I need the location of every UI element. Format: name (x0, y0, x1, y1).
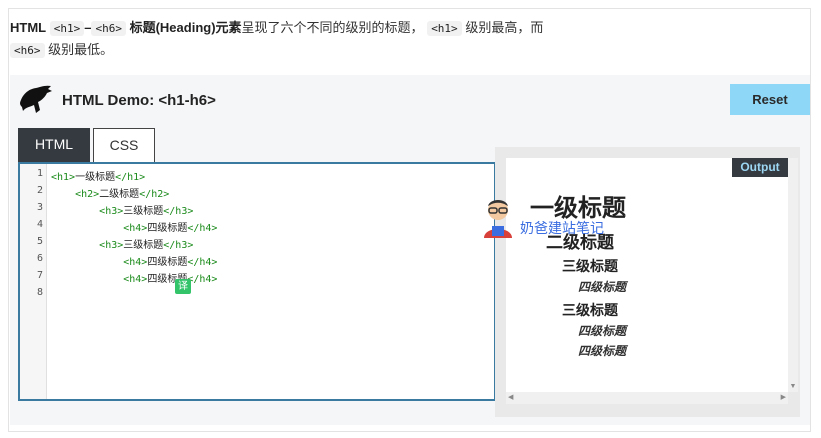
code-open-tag: <h1> (51, 172, 76, 183)
code-line: <h2>二级标题</h2> (51, 185, 169, 200)
tab-html[interactable]: HTML (18, 128, 90, 162)
line-number: 6 (36, 253, 43, 264)
scroll-left-arrow-icon[interactable]: ◀ (508, 393, 513, 401)
reset-button[interactable]: Reset (730, 84, 810, 115)
interactive-demo: HTML Demo: <h1-h6> Reset HTML CSS 1 2 3 … (10, 75, 810, 425)
intro-chip-h1-second: <h1> (427, 21, 462, 36)
line-number: 2 (36, 185, 43, 196)
line-number: 4 (36, 219, 43, 230)
output-h4: 四级标题 (578, 324, 627, 338)
intro-html-word: HTML (10, 20, 47, 35)
intro-chip-h1: <h1> (49, 21, 85, 36)
line-number: 3 (36, 202, 43, 213)
scroll-down-arrow-icon[interactable]: ▼ (788, 383, 798, 390)
code-open-tag: <h3> (99, 240, 124, 251)
code-close-tag: </h3> (163, 240, 194, 251)
output-label: Output (732, 158, 788, 177)
code-open-tag: <h2> (75, 189, 100, 200)
output-horizontal-scrollbar[interactable]: ◀ ▶ (506, 392, 788, 404)
code-line: <h4>四级标题</h4> (51, 270, 217, 285)
code-open-tag: <h4> (123, 223, 148, 234)
output-h3: 三级标题 (562, 302, 618, 318)
intro-paragraph: HTML <h1> – <h6> 标题(Heading)元素呈现了六个不同的级别的标… (10, 17, 570, 61)
line-number-gutter: 1 2 3 4 5 6 7 8 (20, 164, 47, 399)
code-text: 三级标题 (123, 206, 164, 217)
code-close-tag: </h4> (187, 223, 218, 234)
code-text: 三级标题 (123, 240, 164, 251)
output-panel: Output 一级标题 二级标题 三级标题 四级标题 三级标题 四级标题 四级标… (495, 147, 800, 417)
line-number: 5 (36, 236, 43, 247)
tab-css[interactable]: CSS (93, 128, 155, 162)
code-open-tag: <h3> (99, 206, 124, 217)
intro-chip-h6: <h6> (91, 21, 126, 36)
code-text: 二级标题 (99, 189, 140, 200)
code-line: <h3>三级标题</h3> (51, 202, 193, 217)
dinosaur-logo-icon (20, 85, 52, 113)
code-open-tag: <h4> (123, 257, 148, 268)
avatar-icon (484, 200, 512, 238)
code-close-tag: </h3> (163, 206, 194, 217)
output-h3: 三级标题 (562, 258, 618, 274)
code-close-tag: </h2> (139, 189, 170, 200)
watermark-text: 奶爸建站笔记 (520, 220, 604, 236)
code-line: <h4>四级标题</h4> (51, 219, 217, 234)
code-text: 一级标题 (75, 172, 116, 183)
code-line: <h3>三级标题</h3> (51, 236, 193, 251)
output-h4: 四级标题 (578, 344, 627, 358)
intro-text-1: 呈现了六个不同的级别的标题， (241, 20, 424, 35)
intro-text-2: 级别最高，而 (465, 20, 544, 35)
intro-bold-heading: 标题(Heading)元素 (129, 20, 242, 35)
code-line: <h4>四级标题</h4> (51, 253, 217, 268)
intro-text-3: 级别最低。 (48, 42, 114, 57)
code-close-tag: </h4> (187, 257, 218, 268)
output-h4: 四级标题 (578, 280, 627, 294)
code-text: 四级标题 (147, 223, 188, 234)
demo-header: HTML Demo: <h1-h6> Reset (10, 75, 810, 127)
code-close-tag: </h1> (115, 172, 146, 183)
output-frame: Output 一级标题 二级标题 三级标题 四级标题 三级标题 四级标题 四级标… (506, 158, 788, 392)
intro-chip-h6-second: <h6> (10, 43, 45, 58)
code-close-tag: </h4> (187, 274, 218, 285)
line-number: 1 (36, 168, 43, 179)
line-number: 8 (36, 287, 43, 298)
code-line: <h1>一级标题</h1> (51, 168, 145, 183)
demo-title: HTML Demo: <h1-h6> (62, 92, 216, 109)
line-number: 7 (36, 270, 43, 281)
scroll-right-arrow-icon[interactable]: ▶ (781, 393, 786, 401)
code-editor[interactable]: 1 2 3 4 5 6 7 8 <h1>一级标题</h1> <h2>二级标题</… (18, 162, 496, 401)
translate-badge[interactable]: 译 (175, 279, 191, 294)
output-vertical-scrollbar[interactable]: ▼ (788, 158, 798, 392)
code-open-tag: <h4> (123, 274, 148, 285)
code-text: 四级标题 (147, 257, 188, 268)
